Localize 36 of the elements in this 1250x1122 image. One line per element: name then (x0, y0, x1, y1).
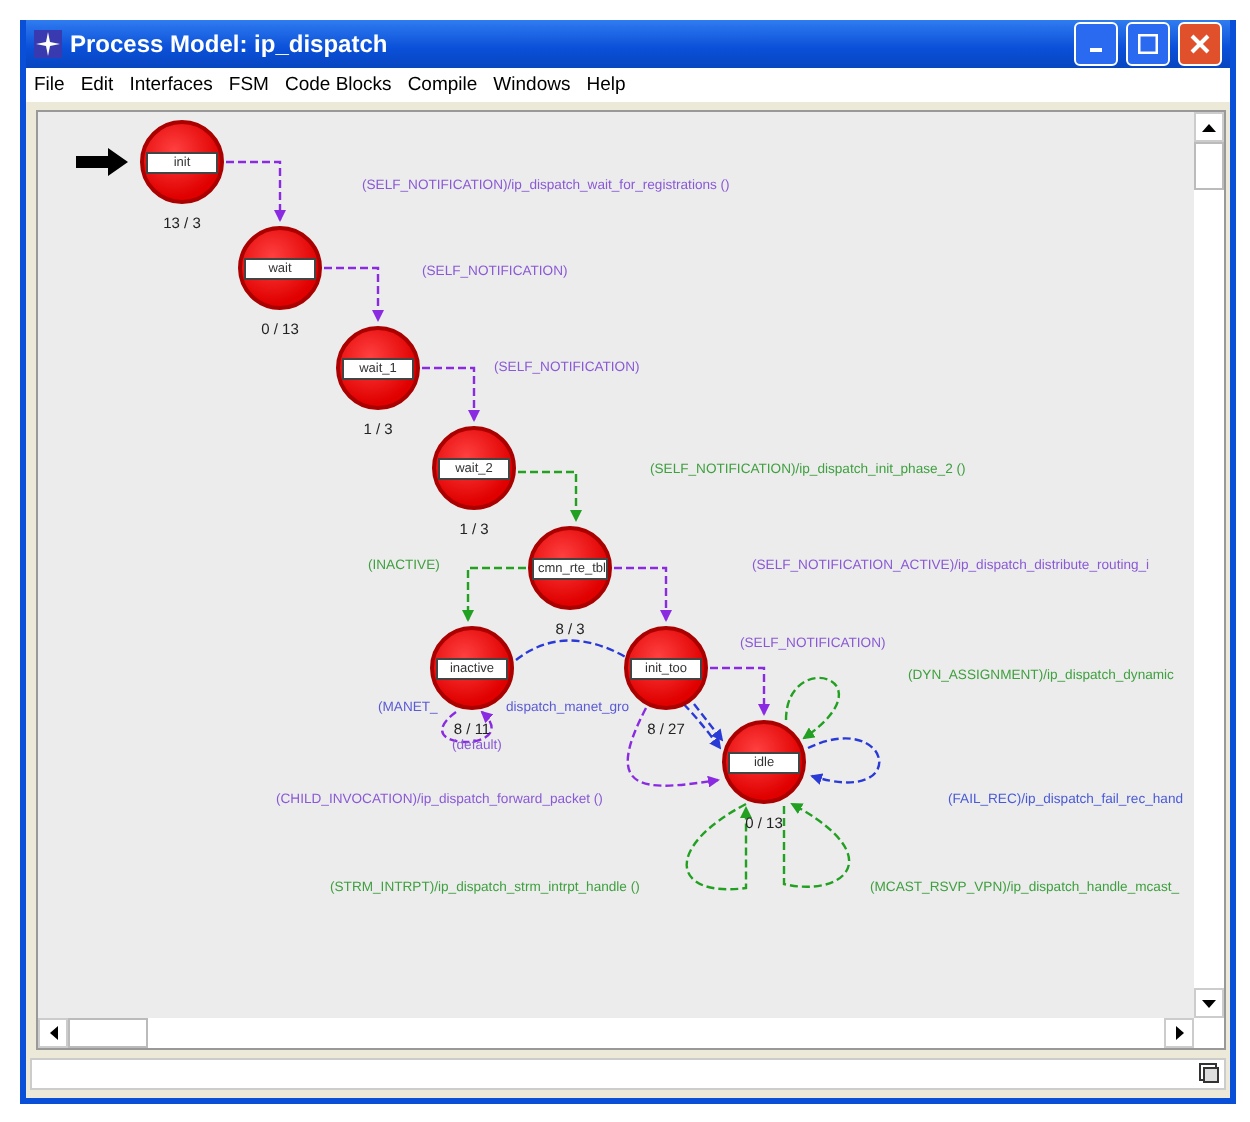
transition-arrow (614, 566, 672, 622)
menu-item[interactable]: Compile (399, 72, 486, 98)
menu-item[interactable]: Help (578, 72, 634, 98)
scroll-left-icon[interactable] (49, 1026, 57, 1040)
scroll-thumb[interactable] (1194, 142, 1224, 190)
menu-item[interactable]: Edit (72, 72, 122, 98)
horizontal-scrollbar[interactable] (38, 1018, 1194, 1048)
close-icon (1190, 34, 1210, 54)
transition-arrow (784, 676, 840, 740)
menu-item[interactable]: Interfaces (121, 72, 221, 98)
scrollbar-corner (1194, 1018, 1224, 1048)
minimize-button[interactable] (1074, 22, 1118, 66)
vertical-scrollbar[interactable] (1194, 112, 1224, 1018)
initial-arrow (76, 148, 128, 176)
scroll-up-icon[interactable] (1202, 123, 1216, 131)
transition-arrow (422, 366, 480, 422)
maximize-icon (1138, 34, 1158, 54)
transition-arrow (685, 802, 752, 891)
menu-item[interactable]: FSM (220, 72, 277, 98)
transition-arrow (782, 802, 851, 888)
window-title: Process Model: ip_dispatch (70, 30, 390, 58)
transition-arrow (518, 470, 582, 522)
menu-item[interactable]: Windows (485, 72, 579, 98)
transition-arrow (462, 566, 526, 622)
transition-arrow (226, 160, 286, 222)
menu-item[interactable]: File (26, 72, 73, 98)
scroll-down-icon[interactable] (1202, 999, 1216, 1007)
scroll-right-icon[interactable] (1175, 1026, 1183, 1040)
transition-arrow (807, 737, 881, 785)
close-button[interactable] (1178, 22, 1222, 66)
transition-arrow (324, 266, 384, 322)
menu-item[interactable]: Code Blocks (276, 72, 400, 98)
minimize-icon (1090, 48, 1102, 52)
maximize-button[interactable] (1126, 22, 1170, 66)
app-icon (34, 30, 62, 58)
scroll-thumb[interactable] (68, 1018, 148, 1048)
